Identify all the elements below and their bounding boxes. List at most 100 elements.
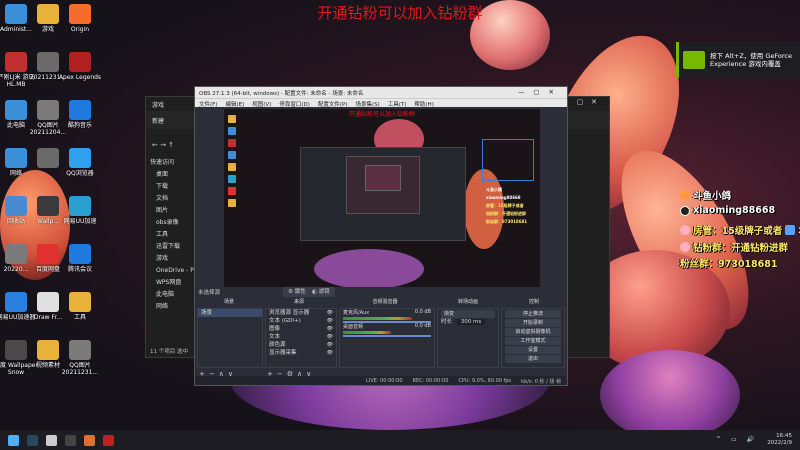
desktop-icon-label: 网易UU加速 (63, 218, 97, 225)
app-icon (37, 148, 59, 168)
source-item[interactable]: 文本 👁 (266, 333, 336, 341)
preview-selection-box[interactable] (482, 139, 534, 181)
control-button[interactable]: 开始录制 (505, 319, 561, 327)
new-button[interactable]: 新建 (152, 118, 164, 125)
source-item[interactable]: 浏览器源 显示器 👁 (266, 309, 336, 317)
app-icon (69, 100, 91, 120)
app-icon (69, 244, 91, 264)
visibility-eye-icon[interactable]: 👁 (327, 341, 333, 349)
obs-menu-item[interactable]: 视图(V) (252, 100, 271, 108)
desktop-icon[interactable]: 酷狗音乐 (58, 100, 102, 129)
dock-title-scenes: 场景 (223, 299, 234, 305)
explorer-window-controls[interactable]: —▢✕ (562, 98, 605, 106)
source-item[interactable]: 文本 (GDI+) 👁 (266, 317, 336, 325)
desktop-icon[interactable]: Apex Legends (58, 52, 102, 81)
visibility-eye-icon[interactable]: 👁 (327, 325, 333, 333)
tray-clock[interactable]: 16:45 2022/2/9 (767, 433, 792, 447)
taskbar-app-red-icon[interactable] (103, 434, 114, 446)
taskbar-start-icon[interactable] (8, 434, 19, 446)
app-icon (37, 196, 59, 216)
explorer-nav-item[interactable]: 下载 (146, 181, 196, 193)
obs-window-controls[interactable]: —▢✕ (518, 88, 563, 96)
source-item[interactable]: 图像 👁 (266, 325, 336, 333)
taskbar-steam-icon[interactable] (27, 434, 38, 446)
fans-group-text: 粉丝群：973018681 (680, 259, 778, 270)
app-icon (5, 340, 27, 360)
app-icon (5, 196, 27, 216)
explorer-nav-item[interactable]: 工具 (146, 229, 196, 241)
obs-titlebar[interactable]: OBS 27.1.3 (64-bit, windows) - 配置文件: 未命名… (195, 87, 567, 98)
scene-item[interactable]: 场景 (198, 309, 262, 317)
source-item[interactable]: 颜色源 👁 (266, 341, 336, 349)
tab-properties-label: 属性 (294, 289, 306, 295)
app-icon (5, 52, 27, 72)
app-icon (37, 4, 59, 24)
obs-menu-item[interactable]: 停靠窗口(D) (279, 100, 310, 108)
obs-menu-item[interactable]: 场景集(S) (355, 100, 379, 108)
geforce-toast[interactable]: 按下 Alt+Z，使用 GeForce Experience 游戏内覆盖 (676, 42, 800, 78)
status-cpu: CPU: 9.0%, 60.00 fps (458, 378, 512, 384)
clock-time: 16:45 (776, 433, 792, 439)
explorer-title: 游戏 (152, 102, 165, 109)
transition-duration-input[interactable]: 300 ms (456, 319, 486, 325)
dock-title-sources: 来源 (293, 299, 304, 305)
obs-menu-item[interactable]: 工具(T) (388, 100, 407, 108)
source-item[interactable]: 显示器采集 👁 (266, 349, 336, 357)
tray-icons[interactable]: ^ ▭ 🔊 (716, 436, 758, 443)
nvidia-icon (683, 51, 705, 69)
control-button[interactable]: 设置 (505, 346, 561, 354)
visibility-eye-icon[interactable]: 👁 (327, 309, 333, 317)
explorer-nav-item[interactable]: 桌面 (146, 169, 196, 181)
room-manager-text: 房管：15级牌子或者 (693, 226, 783, 237)
control-button[interactable]: 启动虚拟摄像机 (505, 328, 561, 336)
explorer-nav-item[interactable]: 游戏 (146, 253, 196, 265)
desktop-icon[interactable]: Origin (58, 4, 102, 33)
desktop-icon[interactable]: QQ图片 20211231... (58, 340, 102, 376)
obs-menu-item[interactable]: 编辑(E) (225, 100, 244, 108)
explorer-nav-item[interactable]: 图片 (146, 205, 196, 217)
bunny-icon (680, 225, 690, 235)
desktop-icon[interactable]: 工具 (58, 292, 102, 321)
taskbar: ^ ▭ 🔊 16:45 2022/2/9 (0, 430, 800, 450)
transition-duration-row: 时长 300 ms (438, 318, 498, 326)
source-tabs: 未选择源 ⚙ 属性 ◐ 滤镜 (195, 287, 567, 297)
explorer-nav-item[interactable]: OneDrive - Perso (146, 265, 207, 277)
desktop-icon[interactable]: QQ浏览器 (58, 148, 102, 177)
explorer-nav-item[interactable]: WPS网盘 (146, 277, 196, 289)
desktop-icon[interactable]: 网易UU加速 (58, 196, 102, 225)
transition-select[interactable]: 渐变 (441, 310, 495, 318)
visibility-eye-icon[interactable]: 👁 (327, 333, 333, 341)
preview-overlay-douyu: 斗鱼小鸽 (486, 187, 502, 192)
obs-preview[interactable]: 开通钻粉可以加入钻粉群 斗鱼小鸽 xiaoming88668 房管：15级牌子或… (224, 109, 540, 287)
dock-title-mixer: 音频混音器 (372, 299, 398, 305)
explorer-nav-item[interactable]: 文档 (146, 193, 196, 205)
visibility-eye-icon[interactable]: 👁 (327, 349, 333, 357)
tab-filters[interactable]: ◐ 滤镜 (307, 287, 335, 297)
control-button[interactable]: 退出 (505, 355, 561, 363)
obs-menu-item[interactable]: 配置文件(P) (318, 100, 348, 108)
obs-menu-item[interactable]: 文件(F) (199, 100, 217, 108)
explorer-nav-item[interactable]: obs录像 (146, 217, 196, 229)
visibility-eye-icon[interactable]: 👁 (327, 317, 333, 325)
control-button[interactable]: 停止推流 (505, 310, 561, 318)
volume-slider[interactable] (343, 335, 431, 337)
explorer-nav-item[interactable]: 迅雷下载 (146, 241, 196, 253)
desktop-icon[interactable]: 腾讯会议 (58, 244, 102, 273)
taskbar-search-icon[interactable] (46, 434, 57, 446)
obs-window[interactable]: OBS 27.1.3 (64-bit, windows) - 配置文件: 未命名… (194, 86, 568, 386)
quick-access[interactable]: 快速访问 (146, 157, 196, 169)
nav-arrows-icon[interactable]: ← → ↑ (152, 141, 174, 149)
taskbar-app-orange-icon[interactable] (84, 434, 95, 446)
explorer-nav-item[interactable]: 此电脑 (146, 289, 196, 301)
app-icon (69, 196, 91, 216)
explorer-nav-item[interactable]: 网络 (146, 301, 196, 313)
toast-line-1: 按下 Alt+Z，使用 GeForce (710, 52, 792, 60)
gift-icon (785, 225, 796, 235)
taskbar-obs-icon[interactable] (65, 434, 76, 446)
control-button[interactable]: 工作室模式 (505, 337, 561, 345)
status-live: LIVE: 00:00:00 (365, 378, 403, 384)
obs-menu-item[interactable]: 帮助(H) (414, 100, 433, 108)
app-icon (5, 4, 27, 24)
diamond-text: 钻粉群：开通钻粉进群 (693, 243, 789, 254)
preview-overlay-tiktok: xiaoming88668 (486, 195, 521, 200)
